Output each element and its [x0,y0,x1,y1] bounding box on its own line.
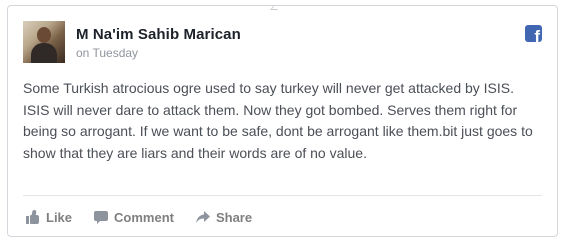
share-icon [195,210,210,224]
post-actions: Like Comment Share [26,207,274,227]
post-timestamp[interactable]: on Tuesday [76,46,138,60]
post-text: Some Turkish atrocious ogre used to say … [23,80,533,161]
comment-label: Comment [114,209,174,225]
author-name[interactable]: M Na'im Sahib Marican [76,26,241,43]
like-icon [26,209,40,224]
share-label: Share [215,209,253,225]
comment-button[interactable]: Comment [94,210,174,225]
card-pointer [270,5,281,10]
comment-icon [94,210,109,224]
divider [23,195,542,196]
share-button[interactable]: Share [195,209,253,225]
facebook-post-card: M Na'im Sahib Marican on Tuesday f Some … [7,5,558,237]
avatar[interactable] [23,21,65,63]
like-button[interactable]: Like [26,210,72,225]
facebook-icon[interactable]: f [525,25,542,42]
like-label: Like [46,209,73,225]
